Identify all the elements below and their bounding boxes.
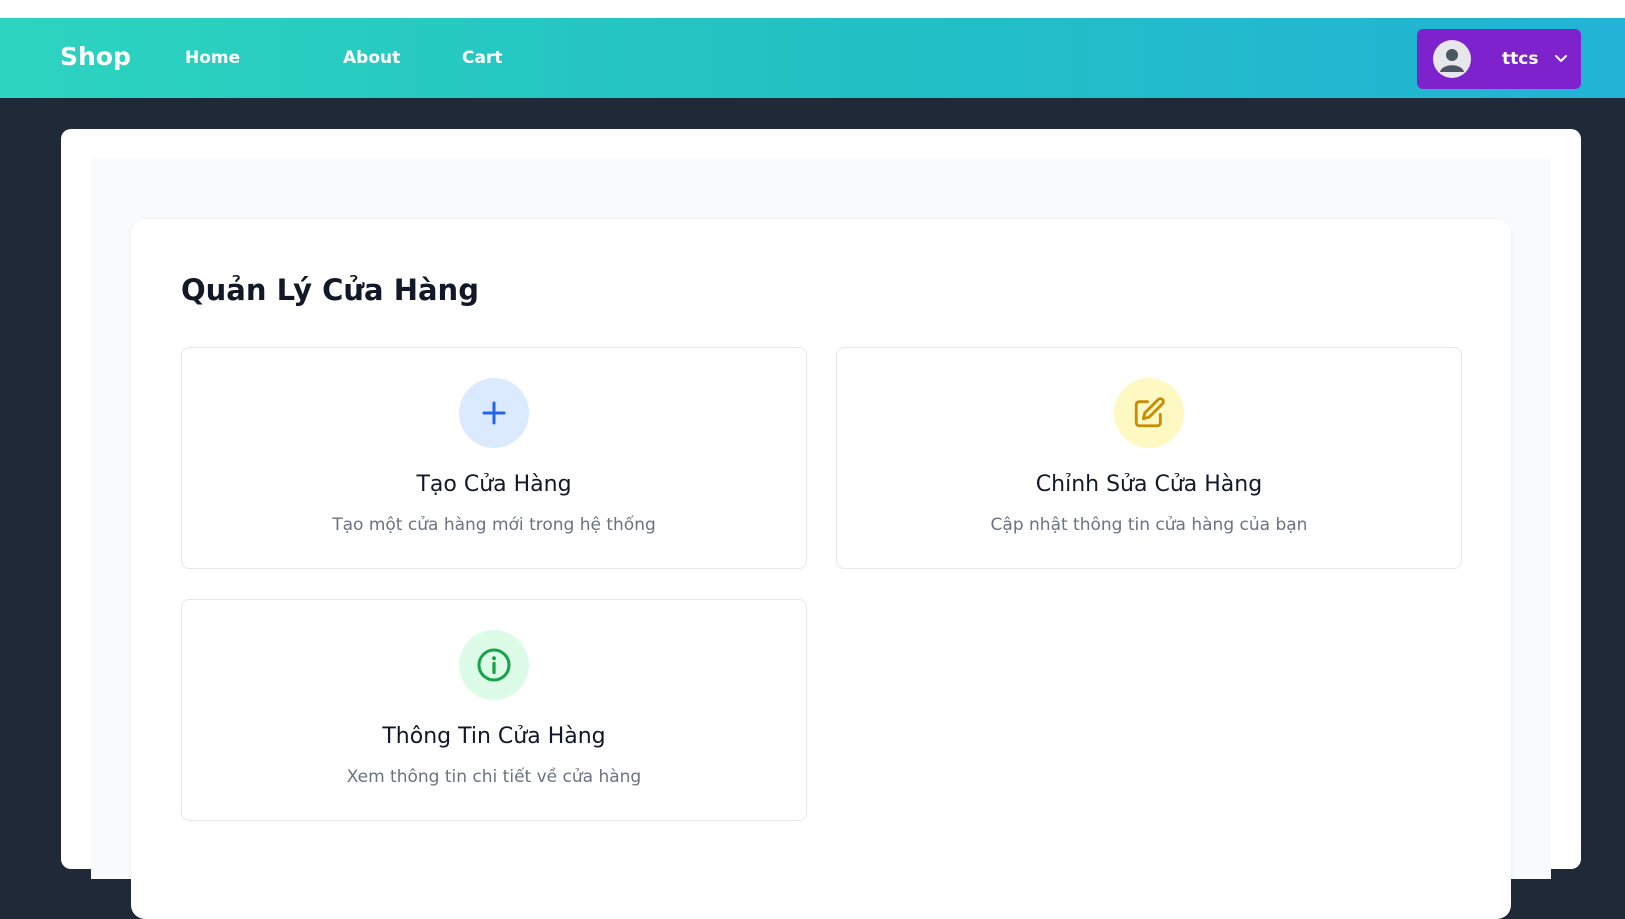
browser-bookmarks-strip xyxy=(0,0,1625,18)
page-container: Quản Lý Cửa Hàng Tạo Cửa Hàng Tạo một cử… xyxy=(61,129,1581,919)
page-title: Quản Lý Cửa Hàng xyxy=(181,273,479,307)
store-management-panel: Quản Lý Cửa Hàng Tạo Cửa Hàng Tạo một cử… xyxy=(131,219,1511,919)
content-background: Quản Lý Cửa Hàng Tạo Cửa Hàng Tạo một cử… xyxy=(91,159,1551,919)
brand-logo[interactable]: Shop xyxy=(60,42,131,71)
card-title: Thông Tin Cửa Hàng xyxy=(382,724,606,749)
edit-icon xyxy=(1114,378,1184,448)
card-description: Tạo một cửa hàng mới trong hệ thống xyxy=(332,515,656,535)
card-description: Xem thông tin chi tiết về cửa hàng xyxy=(346,767,642,787)
avatar xyxy=(1433,40,1471,78)
user-icon xyxy=(1440,49,1464,72)
card-title: Tạo Cửa Hàng xyxy=(416,472,572,497)
create-store-card[interactable]: Tạo Cửa Hàng Tạo một cửa hàng mới trong … xyxy=(181,347,807,569)
navbar: Shop Home About Cart ttcs xyxy=(0,18,1625,98)
nav-link-cart[interactable]: Cart xyxy=(462,48,502,68)
card-description: Cập nhật thông tin cửa hàng của bạn xyxy=(990,515,1308,535)
user-name: ttcs xyxy=(1502,49,1539,69)
store-info-card[interactable]: Thông Tin Cửa Hàng Xem thông tin chi tiế… xyxy=(181,599,807,821)
chevron-down-icon xyxy=(1553,51,1569,71)
plus-icon xyxy=(459,378,529,448)
nav-link-about[interactable]: About xyxy=(343,48,400,68)
user-menu-button[interactable]: ttcs xyxy=(1417,29,1581,89)
card-title: Chỉnh Sửa Cửa Hàng xyxy=(1035,472,1263,497)
edit-store-card[interactable]: Chỉnh Sửa Cửa Hàng Cập nhật thông tin cử… xyxy=(836,347,1462,569)
nav-link-home[interactable]: Home xyxy=(185,48,240,68)
info-icon xyxy=(459,630,529,700)
